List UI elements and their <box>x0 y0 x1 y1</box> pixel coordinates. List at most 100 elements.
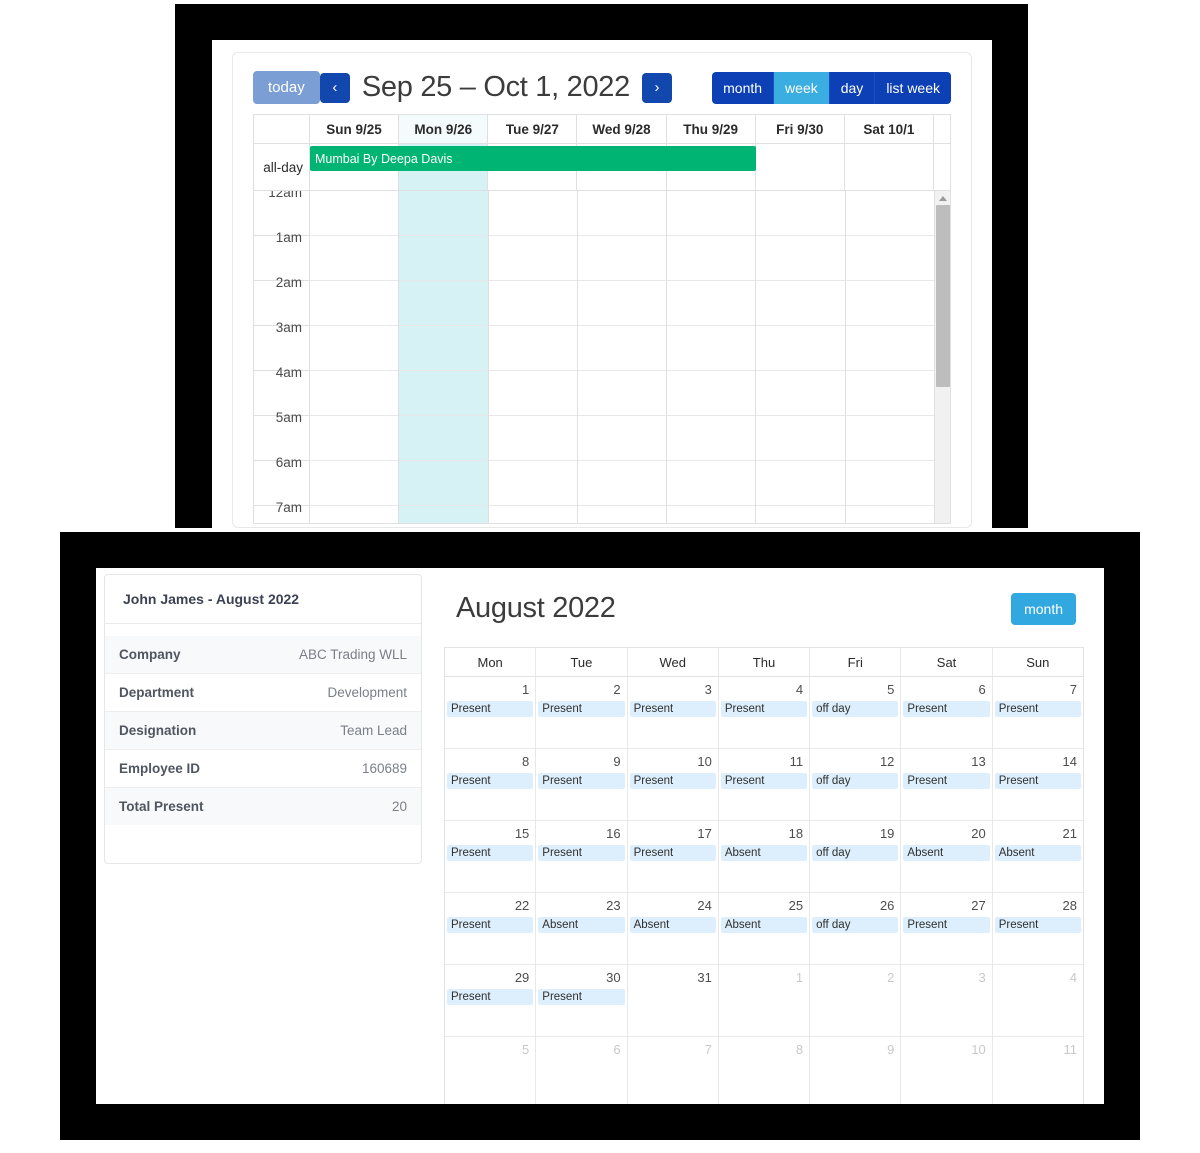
month-day-number[interactable]: 9 <box>536 751 626 773</box>
week-time-slot[interactable] <box>667 191 756 236</box>
all-day-event[interactable]: Mumbai By Deepa Davis <box>310 146 756 171</box>
week-time-slot[interactable] <box>488 236 577 281</box>
week-time-slot[interactable] <box>488 416 577 461</box>
month-day-number[interactable]: 1 <box>445 679 535 701</box>
month-day-number[interactable]: 25 <box>719 895 809 917</box>
month-day-number[interactable]: 7 <box>628 1039 718 1061</box>
week-time-slot[interactable] <box>667 371 756 416</box>
month-day-number[interactable]: 10 <box>901 1039 991 1061</box>
attendance-status-tag[interactable]: Absent <box>720 917 808 933</box>
week-time-slot[interactable] <box>310 371 399 416</box>
week-day-header-cell[interactable]: Sun 9/25 <box>310 115 400 143</box>
month-day-number[interactable]: 22 <box>445 895 535 917</box>
attendance-status-tag[interactable]: Absent <box>629 917 716 933</box>
attendance-status-tag[interactable]: Present <box>903 701 990 717</box>
all-day-cell[interactable] <box>756 144 845 190</box>
week-time-slot[interactable] <box>845 371 934 416</box>
attendance-status-tag[interactable]: Present <box>720 701 808 717</box>
week-time-slot[interactable] <box>667 326 756 371</box>
month-day-cell[interactable]: 27 Present <box>901 893 993 965</box>
attendance-status-tag[interactable]: Present <box>447 845 534 861</box>
week-time-slot[interactable] <box>667 416 756 461</box>
week-time-slot[interactable] <box>667 236 756 281</box>
week-time-slot[interactable] <box>310 236 399 281</box>
week-time-slot[interactable] <box>488 191 577 236</box>
week-time-slot[interactable] <box>399 371 488 416</box>
month-day-number[interactable]: 11 <box>719 751 809 773</box>
week-day-column[interactable] <box>399 191 489 523</box>
week-time-slot[interactable] <box>577 416 667 461</box>
attendance-status-tag[interactable]: Present <box>538 773 625 789</box>
attendance-status-tag[interactable]: Present <box>447 701 534 717</box>
month-day-number[interactable]: 3 <box>628 679 718 701</box>
month-day-cell[interactable]: 26 off day <box>810 893 902 965</box>
week-time-slot[interactable] <box>845 236 934 281</box>
attendance-status-tag[interactable]: Absent <box>538 917 625 933</box>
month-day-number[interactable]: 24 <box>628 895 718 917</box>
month-day-number[interactable]: 31 <box>628 967 718 989</box>
month-day-cell[interactable]: 13 Present <box>901 749 993 821</box>
month-day-cell[interactable]: 8 Present <box>445 749 537 821</box>
month-day-cell[interactable]: 10 <box>901 1037 993 1104</box>
view-button-week[interactable]: week <box>774 71 830 104</box>
month-day-cell[interactable]: 30 Present <box>536 965 628 1037</box>
month-day-number[interactable]: 20 <box>901 823 991 845</box>
month-day-cell[interactable]: 2 <box>810 965 902 1037</box>
month-day-number[interactable]: 8 <box>445 751 535 773</box>
attendance-status-tag[interactable]: Present <box>994 773 1081 789</box>
scrollbar-thumb[interactable] <box>936 205 950 387</box>
week-time-slot[interactable] <box>399 506 487 523</box>
month-day-cell[interactable]: 20 Absent <box>901 821 993 893</box>
month-day-cell[interactable]: 2 Present <box>536 677 628 749</box>
week-time-slot[interactable] <box>667 281 756 326</box>
week-time-slot[interactable] <box>756 506 844 523</box>
week-time-slot[interactable] <box>756 371 845 416</box>
week-time-slot[interactable] <box>488 326 577 371</box>
month-day-cell[interactable]: 16 Present <box>536 821 628 893</box>
week-time-slot[interactable] <box>399 461 488 506</box>
attendance-status-tag[interactable]: off day <box>812 773 899 789</box>
month-day-number[interactable]: 13 <box>901 751 991 773</box>
month-day-number[interactable]: 16 <box>536 823 626 845</box>
week-day-header-cell[interactable]: Thu 9/29 <box>667 115 756 143</box>
week-grid-scrollbar[interactable] <box>934 191 950 523</box>
week-time-slot[interactable] <box>577 461 667 506</box>
month-day-number[interactable]: 5 <box>810 679 900 701</box>
week-time-slot[interactable] <box>399 191 488 236</box>
week-time-slot[interactable] <box>577 191 667 236</box>
week-time-slot[interactable] <box>310 506 398 523</box>
month-day-cell[interactable]: 15 Present <box>445 821 537 893</box>
week-time-slot[interactable] <box>488 371 577 416</box>
attendance-status-tag[interactable]: Present <box>720 773 808 789</box>
week-time-slot[interactable] <box>756 461 845 506</box>
next-period-button[interactable]: › <box>641 72 672 103</box>
month-day-cell[interactable]: 6 Present <box>901 677 993 749</box>
month-day-cell[interactable]: 22 Present <box>445 893 537 965</box>
month-day-number[interactable]: 8 <box>719 1039 809 1061</box>
month-day-cell[interactable]: 24 Absent <box>627 893 719 965</box>
month-day-number[interactable]: 4 <box>719 679 809 701</box>
attendance-status-tag[interactable]: Absent <box>720 845 808 861</box>
month-day-number[interactable]: 19 <box>810 823 900 845</box>
view-button-list-week[interactable]: list week <box>875 71 951 104</box>
view-button-day[interactable]: day <box>829 71 876 104</box>
week-day-column[interactable] <box>488 191 578 523</box>
month-day-cell[interactable]: 9 Present <box>536 749 628 821</box>
week-time-slot[interactable] <box>845 461 934 506</box>
attendance-status-tag[interactable]: Present <box>538 845 625 861</box>
month-day-cell[interactable]: 3 <box>901 965 993 1037</box>
week-time-slot[interactable] <box>310 326 399 371</box>
month-day-cell[interactable]: 31 <box>627 965 719 1037</box>
view-button-month[interactable]: month <box>712 71 775 104</box>
attendance-status-tag[interactable]: Present <box>903 773 990 789</box>
attendance-status-tag[interactable]: Present <box>538 701 625 717</box>
week-time-slot[interactable] <box>577 281 667 326</box>
week-day-header-cell[interactable]: Sat 10/1 <box>845 115 934 143</box>
week-day-column[interactable] <box>577 191 668 523</box>
month-day-number[interactable]: 4 <box>993 967 1083 989</box>
week-day-column[interactable] <box>667 191 757 523</box>
month-day-cell[interactable]: 17 Present <box>627 821 719 893</box>
month-day-cell[interactable]: 19 off day <box>810 821 902 893</box>
week-time-slot[interactable] <box>577 326 667 371</box>
month-day-number[interactable]: 17 <box>628 823 718 845</box>
